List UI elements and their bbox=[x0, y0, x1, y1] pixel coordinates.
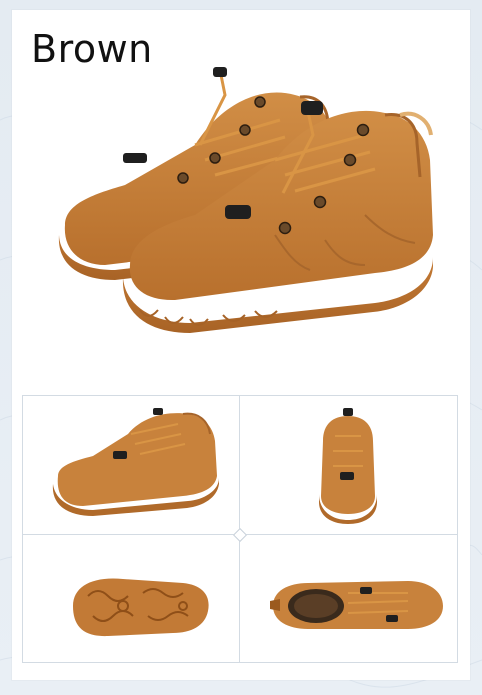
thumbnail-sole-view[interactable] bbox=[63, 571, 213, 641]
thumbnail-side-view[interactable] bbox=[43, 406, 223, 524]
page: Brown bbox=[0, 0, 482, 695]
color-variant-title: Brown bbox=[31, 27, 153, 71]
thumbnail-back-view[interactable] bbox=[313, 406, 383, 524]
hero-boots-image bbox=[58, 67, 434, 333]
grid-center-marker bbox=[232, 527, 248, 543]
thumbnail-top-view[interactable] bbox=[268, 571, 448, 641]
thumbnail-grid bbox=[22, 395, 458, 663]
